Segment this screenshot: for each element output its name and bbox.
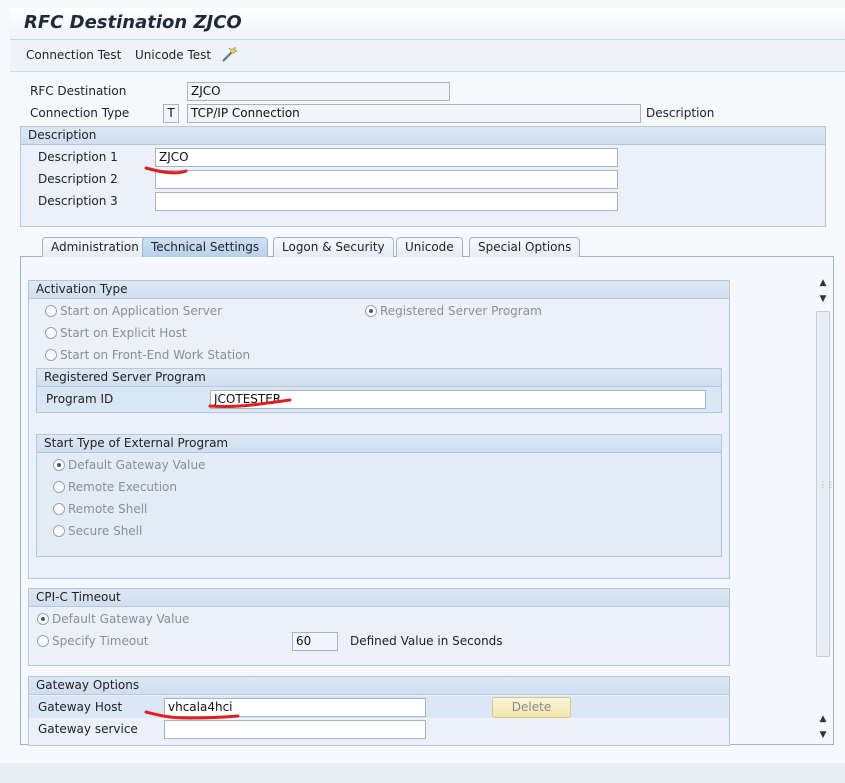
radio-button[interactable] [45, 349, 57, 361]
rfc-destination-label: RFC Destination [30, 84, 127, 98]
description-2-field[interactable] [155, 170, 618, 189]
radio-button[interactable] [365, 305, 377, 317]
radio-label: Secure Shell [68, 524, 143, 538]
connection-type-code-field[interactable]: T [163, 104, 179, 123]
registered-server-title: Registered Server Program [37, 369, 721, 387]
description-1-label: Description 1 [38, 150, 118, 164]
start-type-title: Start Type of External Program [37, 435, 721, 453]
radio-button[interactable] [53, 481, 65, 493]
radio-remote-shell[interactable]: Remote Shell [53, 502, 147, 516]
wand-icon[interactable] [220, 46, 238, 64]
activation-type-title: Activation Type [29, 281, 729, 299]
description-3-label: Description 3 [38, 194, 118, 208]
cpic-timeout-title: CPI-C Timeout [29, 589, 729, 607]
radio-remote-execution[interactable]: Remote Execution [53, 480, 177, 494]
radio-label: Start on Application Server [60, 304, 223, 318]
radio-start-default-gateway[interactable]: Default Gateway Value [53, 458, 205, 472]
radio-button[interactable] [37, 613, 49, 625]
description-3-field[interactable] [155, 192, 618, 211]
description-group-title: Description [21, 127, 825, 145]
radio-start-app-server[interactable]: Start on Application Server [45, 304, 222, 318]
radio-label: Remote Execution [68, 480, 178, 494]
gateway-service-field[interactable] [164, 720, 426, 739]
status-bar [0, 763, 845, 783]
gateway-host-field[interactable]: vhcala4hci [164, 698, 426, 717]
gateway-host-label: Gateway Host [38, 700, 123, 714]
tab-administration[interactable]: Administration [42, 237, 148, 257]
tab-special-options[interactable]: Special Options [469, 237, 581, 257]
radio-button[interactable] [53, 525, 65, 537]
radio-specify-timeout[interactable]: Specify Timeout [37, 634, 149, 648]
radio-label: Default Gateway Value [68, 458, 206, 472]
tab-technical-settings[interactable]: Technical Settings [142, 237, 269, 257]
cpic-timeout-group: CPI-C Timeout [28, 588, 730, 666]
connection-type-field[interactable]: TCP/IP Connection [187, 104, 641, 123]
gateway-service-label: Gateway service [38, 722, 138, 736]
radio-registered-server-program[interactable]: Registered Server Program [365, 304, 542, 318]
radio-label: Start on Explicit Host [60, 326, 187, 340]
radio-button[interactable] [45, 327, 57, 339]
radio-button[interactable] [45, 305, 57, 317]
radio-button[interactable] [53, 503, 65, 515]
scroll-up-bottom-icon[interactable]: ▲ [815, 714, 831, 724]
scroll-down-bottom-icon[interactable]: ▼ [815, 730, 831, 740]
radio-start-explicit-host[interactable]: Start on Explicit Host [45, 326, 187, 340]
gateway-options-title: Gateway Options [29, 677, 729, 695]
description-1-field[interactable]: ZJCO [155, 148, 618, 167]
radio-cpic-default-gateway[interactable]: Default Gateway Value [37, 612, 189, 626]
description-header-label: Description [646, 106, 715, 120]
radio-label: Specify Timeout [52, 634, 149, 648]
rfc-destination-field[interactable]: ZJCO [187, 82, 450, 101]
radio-button[interactable] [53, 459, 65, 471]
description-2-label: Description 2 [38, 172, 118, 186]
tab-unicode[interactable]: Unicode [396, 237, 463, 257]
radio-label: Start on Front-End Work Station [60, 348, 251, 362]
delete-button[interactable]: Delete [492, 697, 571, 718]
radio-label: Remote Shell [68, 502, 148, 516]
program-id-field[interactable]: JCOTESTER [210, 390, 706, 409]
page-title: RFC Destination ZJCO [24, 12, 242, 33]
radio-secure-shell[interactable]: Secure Shell [53, 524, 142, 538]
title-bar: RFC Destination ZJCO [10, 8, 845, 40]
timeout-seconds-field[interactable]: 60 [292, 632, 338, 651]
application-toolbar: Connection Test Unicode Test [10, 40, 845, 72]
connection-type-label: Connection Type [30, 106, 130, 120]
unicode-test-button[interactable]: Unicode Test [135, 48, 211, 62]
start-type-group: Start Type of External Program [36, 434, 722, 557]
radio-start-frontend[interactable]: Start on Front-End Work Station [45, 348, 250, 362]
grip-icon: ⋮⋮ [819, 480, 835, 489]
radio-label: Default Gateway Value [52, 612, 190, 626]
program-id-label: Program ID [46, 392, 114, 406]
tab-logon-security[interactable]: Logon & Security [273, 237, 394, 257]
radio-button[interactable] [37, 635, 49, 647]
defined-value-label: Defined Value in Seconds [350, 634, 503, 648]
connection-test-button[interactable]: Connection Test [26, 48, 121, 62]
scroll-down-icon[interactable]: ▼ [815, 294, 831, 304]
scroll-up-icon[interactable]: ▲ [815, 278, 831, 288]
radio-label: Registered Server Program [380, 304, 542, 318]
